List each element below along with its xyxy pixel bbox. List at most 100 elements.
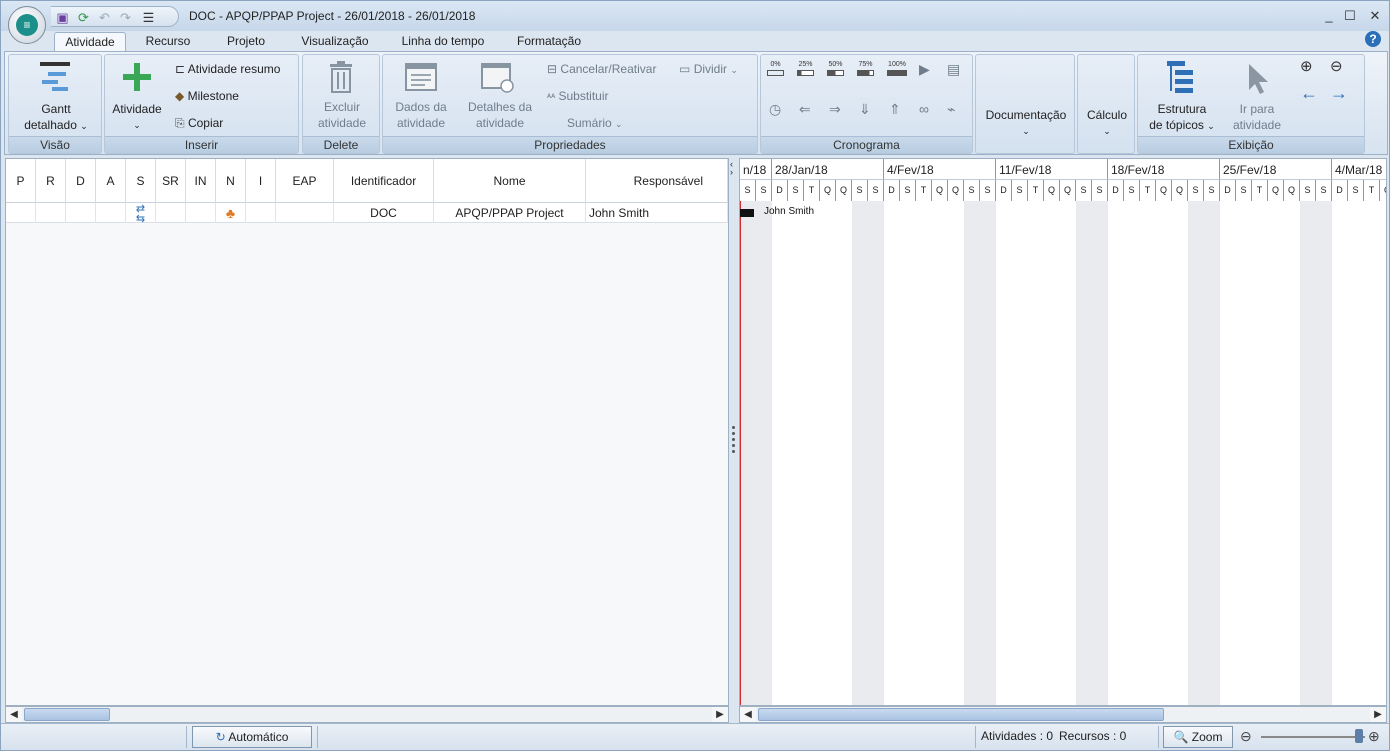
cursor-icon [1249,64,1268,94]
table-row[interactable]: ⇄ ⇆ ♣ DOC APQP/PPAP Project John Smith [6,203,728,225]
progress-0-button[interactable]: 0% [767,61,784,78]
calculo-button[interactable]: Cálculo ⌄ [1078,107,1136,139]
col-s[interactable]: S [126,159,156,203]
move-right-icon[interactable]: ⇒ [829,101,841,117]
gantt-detalhado-button[interactable]: Gantt detalhado ⌄ [9,101,103,134]
atividade-resumo-button[interactable]: ⊏ Atividade resumo [175,61,280,77]
tab-formatacao[interactable]: Formatação [507,32,591,51]
grip-dot [732,444,735,447]
detalhes-da-atividade-button[interactable]: Detalhes da atividade [461,99,539,131]
dados-da-atividade-button[interactable]: Dados da atividade [385,99,457,131]
today-line [740,201,741,705]
move-left-icon[interactable]: ⇐ [799,101,811,117]
day-cell: Q [1060,180,1076,201]
unlink-icon[interactable]: ⌁ [947,101,955,117]
cell-sr [156,203,186,223]
scroll-right-icon[interactable]: ▶ [1370,707,1386,722]
col-identificador[interactable]: Identificador [334,159,434,203]
sumario-button[interactable]: Sumário ⌄ [567,115,623,131]
list-icon[interactable]: ☰ [141,10,156,25]
milestone-button[interactable]: ◆ Milestone [175,88,239,104]
redo-icon[interactable]: ↷ [118,10,133,25]
ggantt-logo-icon[interactable]: ≡ [8,6,46,44]
zoom-out-icon[interactable]: ⊖ [1330,59,1343,75]
save-icon[interactable]: ▣ [55,10,70,25]
task-bar[interactable] [740,209,754,217]
estrutura-de-topicos-button[interactable]: Estrutura de tópicos ⌄ [1142,101,1222,134]
add-atividade-button[interactable]: Atividade ⌄ [107,101,167,133]
cell-responsavel[interactable]: John Smith [586,203,728,223]
close-icon[interactable]: ✕ [1367,8,1383,24]
cancelar-reativar-button[interactable]: ⊟ Cancelar/Reativar [547,61,656,77]
scroll-thumb[interactable] [24,708,110,721]
col-d[interactable]: D [66,159,96,203]
day-cell: S [1204,180,1220,201]
copiar-button[interactable]: ⎘ Copiar [175,115,223,131]
grid-horizontal-scrollbar[interactable]: ◀ ▶ [5,706,729,723]
play-icon[interactable]: ▶ [919,61,930,77]
scroll-left-icon[interactable]: ◀ [6,707,22,722]
zoom-button[interactable]: 🔍 Zoom [1163,726,1233,748]
col-responsavel[interactable]: Responsável [586,159,728,203]
detalhes-label-2: atividade [475,116,525,130]
zoom-plus-icon[interactable]: ⊕ [1368,728,1380,745]
undo-icon[interactable]: ↶ [97,10,112,25]
help-icon[interactable]: ? [1365,31,1381,47]
col-eap[interactable]: EAP [276,159,334,203]
move-up-icon[interactable]: ⇑ [889,101,901,117]
arrow-left-icon[interactable]: ← [1300,84,1318,102]
cell-nome[interactable]: APQP/PPAP Project [434,203,586,223]
excluir-label-1: Excluir [323,100,360,114]
col-i[interactable]: I [246,159,276,203]
scroll-thumb[interactable] [758,708,1164,721]
substituir-button[interactable]: ᴬᴬ Substituir [547,88,609,104]
clock-icon[interactable]: ◷ [769,101,781,117]
progress-25-button[interactable]: 25% [797,61,814,78]
col-n[interactable]: N [216,159,246,203]
minimize-icon[interactable]: _ [1321,8,1337,24]
col-nome[interactable]: Nome [434,159,586,203]
task-details-icon [481,63,514,93]
scroll-left-icon[interactable]: ◀ [740,707,756,722]
col-sr[interactable]: SR [156,159,186,203]
clipboard-icon[interactable]: ▤ [947,61,960,77]
schedule-mode-icon[interactable]: ⇄ ⇆ [126,203,156,225]
col-in[interactable]: IN [186,159,216,203]
documentacao-button[interactable]: Documentação ⌄ [976,107,1076,139]
gantt-horizontal-scrollbar[interactable]: ◀ ▶ [739,706,1387,723]
excluir-atividade-button[interactable]: Excluir atividade [303,99,381,131]
move-down-icon[interactable]: ⇓ [859,101,871,117]
collapse-arrows-icon[interactable]: ‹ › [730,160,733,177]
tab-visualizacao[interactable]: Visualização [291,32,379,51]
col-a[interactable]: A [96,159,126,203]
chevron-down-icon: ⌄ [133,120,141,130]
group-calculo: Cálculo ⌄ [1077,54,1135,154]
tab-linha-do-tempo[interactable]: Linha do tempo [391,32,495,51]
zoom-in-icon[interactable]: ⊕ [1300,59,1313,75]
pane-splitter[interactable]: ‹ › [729,158,739,706]
col-r[interactable]: R [36,159,66,203]
refresh-icon[interactable]: ⟳ [76,10,91,25]
day-cell: S [756,180,772,201]
progress-50-button[interactable]: 50% [827,61,844,78]
zoom-minus-icon[interactable]: ⊖ [1240,728,1252,745]
col-p[interactable]: P [6,159,36,203]
arrow-right-icon[interactable]: → [1330,84,1348,102]
outline-structure-icon [1167,61,1193,93]
tab-recurso[interactable]: Recurso [136,32,200,51]
tab-atividade[interactable]: Atividade [54,32,126,51]
day-cell: D [1220,180,1236,201]
dividir-button[interactable]: ▭ Dividir ⌄ [679,61,738,77]
scroll-right-icon[interactable]: ▶ [712,707,728,722]
zoom-slider-track[interactable] [1261,736,1365,738]
tab-projeto[interactable]: Projeto [214,32,278,51]
progress-100-button[interactable]: 100% [887,61,907,78]
day-cell: T [1252,180,1268,201]
link-icon[interactable]: ∞ [919,101,929,117]
automatico-button[interactable]: ↻ Automático [192,726,312,748]
maximize-icon[interactable]: ☐ [1342,8,1358,24]
zoom-slider-handle[interactable] [1355,729,1363,743]
ir-para-atividade-button[interactable]: Ir para atividade [1224,101,1290,133]
progress-75-button[interactable]: 75% [857,61,874,78]
cell-identificador[interactable]: DOC [334,203,434,223]
